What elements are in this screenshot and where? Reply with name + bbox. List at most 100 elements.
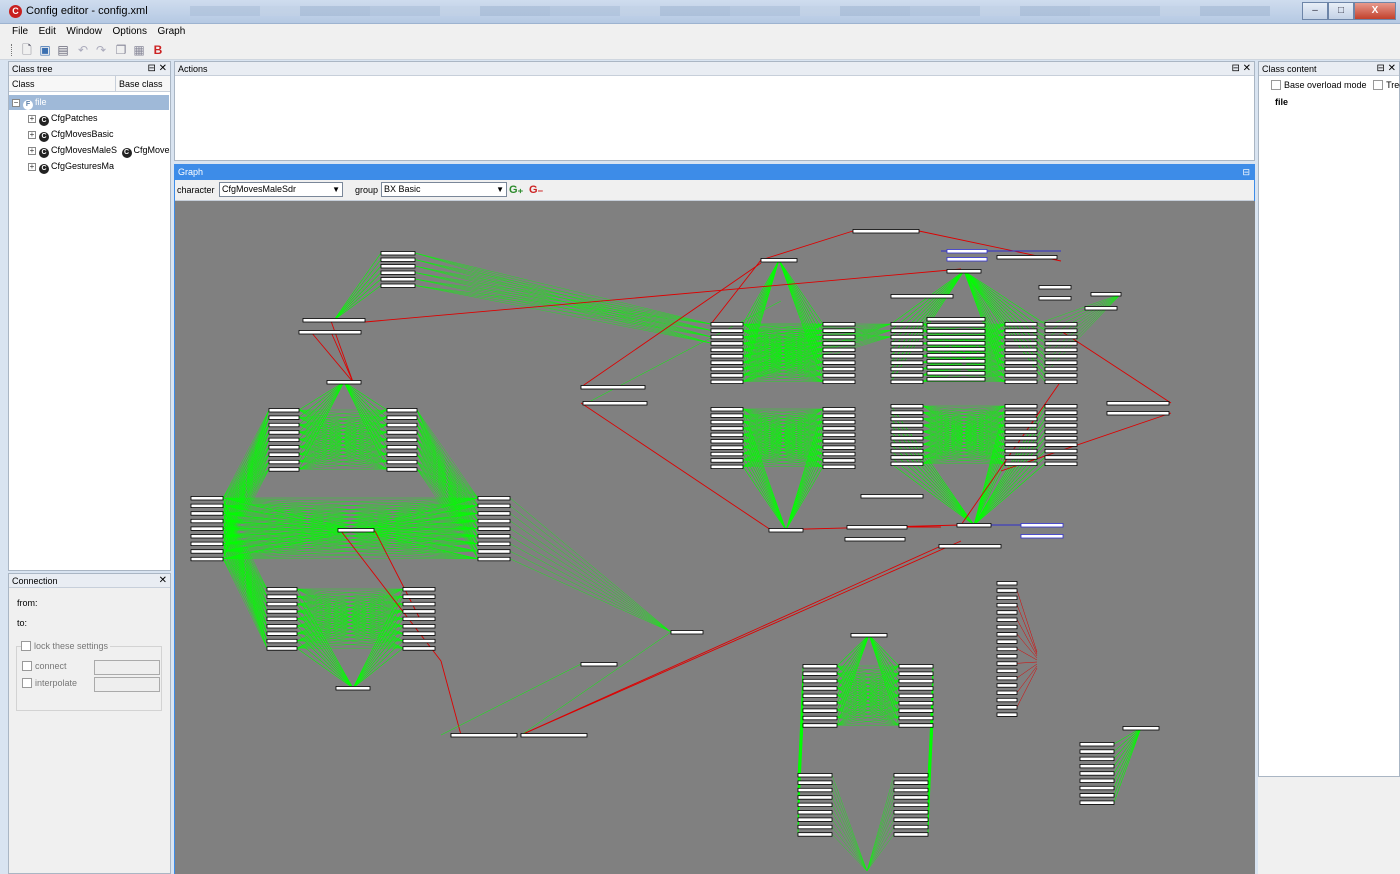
graph-node bbox=[1004, 354, 1038, 359]
class-tree-panel: Class tree ⊟ ✕ Class Base class − Ffile +… bbox=[8, 61, 171, 571]
group-select[interactable]: BX Basic ▼ bbox=[381, 182, 507, 197]
graph-edge bbox=[333, 252, 382, 321]
graph-node bbox=[822, 419, 856, 425]
tree-item-cfgmovesmale[interactable]: +CCfgMovesMaleS CCfgMoves bbox=[9, 143, 170, 158]
graph-node bbox=[710, 347, 744, 353]
expand-icon[interactable]: + bbox=[28, 163, 36, 171]
graph-node bbox=[266, 616, 298, 622]
copy-icon[interactable]: ❐ bbox=[114, 43, 128, 57]
expand-icon[interactable]: + bbox=[28, 115, 36, 123]
graph-node bbox=[710, 373, 744, 378]
graph-node bbox=[802, 723, 838, 728]
content-root[interactable]: file bbox=[1275, 97, 1288, 107]
new-file-icon[interactable]: 🗋 bbox=[20, 43, 34, 57]
connect-value-field[interactable] bbox=[94, 660, 160, 675]
panel-float-close-icons[interactable]: ⊟ ✕ bbox=[1231, 62, 1251, 76]
from-label: from: bbox=[17, 598, 38, 608]
save-icon[interactable]: ▤ bbox=[56, 43, 70, 57]
graph-node bbox=[802, 678, 838, 684]
tree-item-cfggestures[interactable]: + C CfgGesturesMa bbox=[9, 159, 114, 174]
graph-edge bbox=[416, 469, 479, 499]
expand-icon[interactable]: + bbox=[28, 147, 36, 155]
graph-edge bbox=[973, 412, 1046, 526]
open-folder-icon[interactable]: ▣ bbox=[38, 43, 52, 57]
paste-icon[interactable]: ▦ bbox=[132, 43, 146, 57]
graph-node bbox=[822, 347, 856, 353]
lock-settings-checkbox[interactable]: lock these settings bbox=[21, 641, 111, 651]
tree-checkbox[interactable] bbox=[1373, 80, 1384, 90]
panel-float-close-icons[interactable]: ⊟ ✕ bbox=[147, 62, 167, 76]
maximize-button[interactable]: □ bbox=[1328, 2, 1354, 20]
base-overload-checkbox[interactable]: Base overload mode Tree bbox=[1271, 80, 1400, 90]
graph-node bbox=[1044, 366, 1078, 372]
graph-node bbox=[710, 413, 744, 418]
graph-edge bbox=[831, 804, 868, 872]
graph-node bbox=[996, 661, 1018, 666]
menu-edit[interactable]: Edit bbox=[35, 24, 60, 37]
interpolate-value-field[interactable] bbox=[94, 677, 160, 692]
graph-edge bbox=[890, 456, 975, 526]
interpolate-checkbox[interactable]: interpolate bbox=[22, 678, 77, 688]
tree-item-cfgmovesbasic[interactable]: + C CfgMovesBasic bbox=[9, 127, 114, 142]
graph-node bbox=[1004, 461, 1038, 467]
graph-node bbox=[898, 701, 934, 706]
graph-edge bbox=[298, 381, 345, 411]
graph-node bbox=[1004, 328, 1038, 333]
graph-edge bbox=[831, 826, 868, 872]
col-base-class[interactable]: Base class bbox=[119, 79, 163, 89]
graph-node bbox=[822, 451, 856, 457]
graph-edge bbox=[1016, 590, 1038, 653]
toolbar-grip[interactable] bbox=[11, 44, 13, 56]
graph-edge bbox=[866, 797, 895, 872]
connect-checkbox[interactable]: connect bbox=[22, 661, 67, 671]
graph-node bbox=[477, 496, 511, 501]
graph-edge bbox=[1016, 665, 1038, 693]
character-select[interactable]: CfgMovesMaleSdr ▼ bbox=[219, 182, 343, 197]
menu-graph[interactable]: Graph bbox=[153, 24, 189, 37]
graph-edge bbox=[416, 469, 479, 506]
graph-node bbox=[1044, 360, 1078, 365]
graph-node bbox=[1038, 285, 1072, 290]
graph-node bbox=[710, 328, 744, 333]
panel-float-close-icons[interactable]: ⊟ ✕ bbox=[1376, 62, 1396, 76]
undo-icon[interactable]: ↶ bbox=[76, 43, 90, 57]
graph-node bbox=[797, 824, 833, 830]
graph-node bbox=[268, 445, 300, 450]
graph-node bbox=[890, 442, 924, 447]
delete-icon[interactable]: B bbox=[151, 43, 165, 57]
graph-node bbox=[996, 632, 1018, 637]
graph-edge bbox=[509, 551, 672, 633]
graph-node bbox=[710, 407, 744, 412]
graph-node bbox=[1079, 749, 1115, 754]
tree-root[interactable]: − Ffile bbox=[9, 95, 169, 110]
graph-toolbar: character CfgMovesMaleSdr ▼ group BX Basi… bbox=[175, 180, 1254, 201]
collapse-icon[interactable]: − bbox=[12, 99, 20, 107]
menu-file[interactable]: File bbox=[8, 24, 32, 37]
graph-node bbox=[190, 526, 224, 531]
graph-node bbox=[890, 294, 954, 299]
add-group-button[interactable]: G₊ bbox=[509, 183, 523, 196]
redo-icon[interactable]: ↷ bbox=[94, 43, 108, 57]
graph-node bbox=[768, 528, 804, 533]
graph-node bbox=[822, 445, 856, 450]
menu-options[interactable]: Options bbox=[108, 24, 150, 37]
expand-icon[interactable]: + bbox=[28, 131, 36, 139]
graph-node bbox=[890, 373, 924, 378]
state-graph[interactable] bbox=[175, 201, 1255, 874]
character-label: character bbox=[177, 185, 215, 195]
float-icon[interactable]: ⊟ bbox=[1242, 165, 1250, 180]
graph-node bbox=[890, 322, 924, 327]
close-button[interactable]: X bbox=[1354, 2, 1396, 20]
graph-canvas[interactable] bbox=[175, 201, 1255, 874]
tree-item-cfgpatches[interactable]: + C CfgPatches bbox=[9, 111, 98, 126]
graph-node bbox=[1044, 404, 1078, 409]
menu-window[interactable]: Window bbox=[62, 24, 106, 37]
remove-group-button[interactable]: G₋ bbox=[529, 183, 543, 196]
graph-node bbox=[337, 528, 375, 533]
col-class[interactable]: Class bbox=[12, 79, 35, 89]
minimize-button[interactable]: – bbox=[1302, 2, 1328, 20]
close-icon[interactable]: ✕ bbox=[159, 574, 167, 588]
graph-node bbox=[1106, 411, 1170, 416]
graph-edge bbox=[296, 647, 354, 689]
class-tree-title: Class tree bbox=[12, 64, 53, 74]
